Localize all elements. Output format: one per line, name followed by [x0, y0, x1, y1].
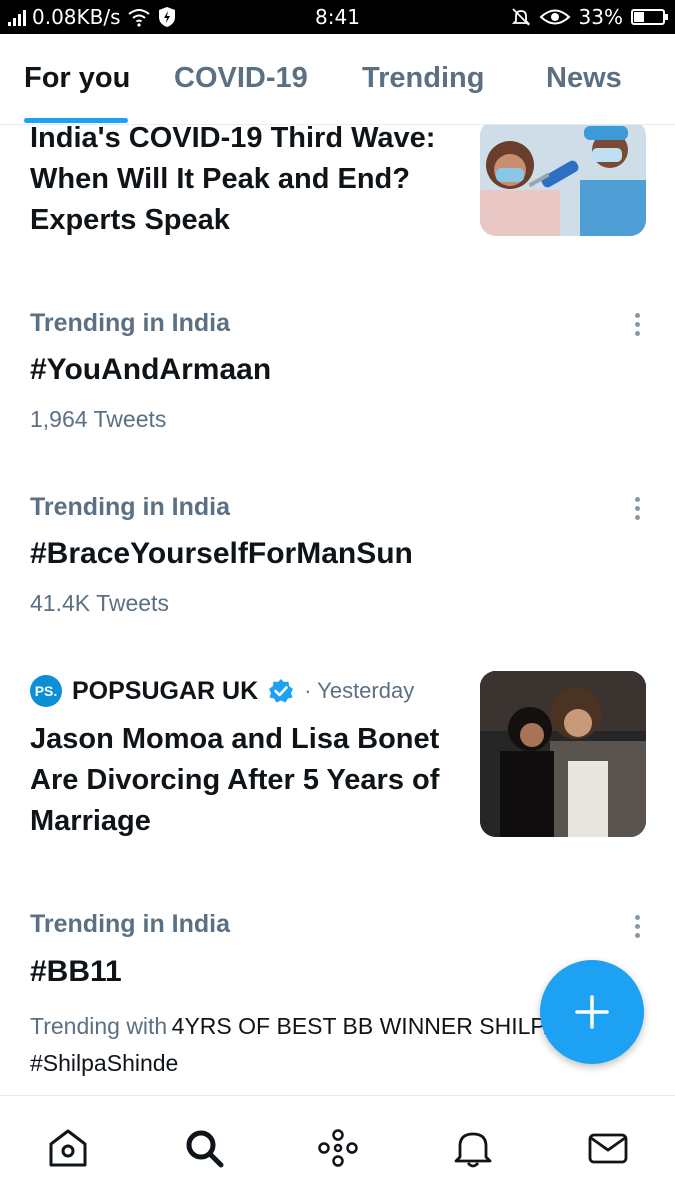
trending-with-text: 4YRS OF BEST BB WINNER SHILPA	[171, 1013, 560, 1039]
tab-news[interactable]: News	[546, 62, 622, 95]
mute-icon	[511, 8, 530, 26]
source-name: POPSUGAR UK	[72, 676, 259, 705]
mail-icon[interactable]	[586, 1126, 630, 1170]
story-headline: India's COVID-19 Third Wave: When Will I…	[30, 125, 436, 236]
tab-for-you[interactable]: For you	[24, 62, 130, 95]
story-image	[480, 125, 646, 236]
related-hashtag: #ShilpaShinde	[30, 1050, 179, 1076]
trend-context: Trending in India	[30, 309, 230, 337]
battery-icon	[631, 9, 668, 25]
status-bar: 0.08KB/s 8:41 33%	[0, 0, 675, 34]
spaces-icon[interactable]	[316, 1126, 360, 1170]
plus-icon	[575, 995, 609, 1029]
compose-button[interactable]	[540, 960, 644, 1064]
more-options-icon[interactable]	[635, 915, 641, 942]
trend-hashtag: #BraceYourselfForManSun	[30, 537, 413, 570]
trend-hashtag: #BB11	[30, 955, 122, 988]
more-options-icon[interactable]	[635, 313, 641, 340]
active-tab-indicator	[24, 118, 128, 123]
home-icon[interactable]	[46, 1126, 90, 1170]
trend-context: Trending in India	[30, 493, 230, 521]
bottom-nav	[0, 1095, 675, 1201]
trend-context: Trending in India	[30, 910, 230, 938]
eye-icon	[539, 9, 571, 25]
story-image	[480, 671, 646, 837]
more-options-icon[interactable]	[635, 497, 641, 524]
explore-tabs: For you COVID-19 Trending News	[0, 34, 675, 125]
verified-badge-icon	[269, 679, 294, 703]
trend-tweet-count: 1,964 Tweets	[30, 406, 167, 432]
source-avatar: PS.	[30, 675, 62, 707]
story-time: · Yesterday	[304, 678, 415, 703]
tab-covid-19[interactable]: COVID-19	[174, 62, 308, 95]
trending-with-label: Trending with	[30, 1013, 168, 1039]
tab-trending[interactable]: Trending	[362, 62, 484, 95]
explore-feed[interactable]: India's COVID-19 Third Wave: When Will I…	[0, 125, 675, 1095]
trend-hashtag: #YouAndArmaan	[30, 353, 272, 386]
source-logo: PS.	[34, 683, 58, 699]
battery-percent: 33%	[578, 5, 623, 29]
trend-tweet-count: 41.4K Tweets	[30, 590, 169, 616]
bell-icon[interactable]	[451, 1126, 495, 1170]
search-icon[interactable]	[182, 1126, 226, 1170]
story-headline: Jason Momoa and Lisa Bonet Are Divorcing…	[30, 723, 440, 837]
